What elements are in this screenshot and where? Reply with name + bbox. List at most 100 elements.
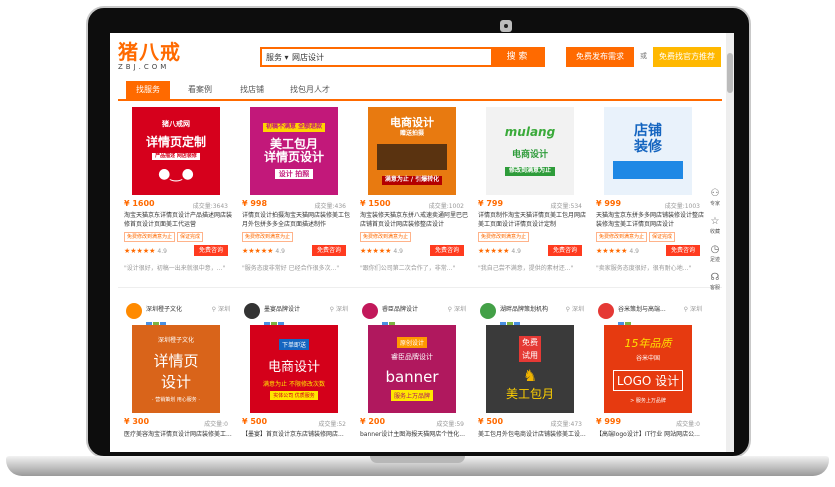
service-card[interactable]: 初稿不满意 全额退款 美工包月 详情页设计 设计 拍照 ¥ 998 成交量:43… (238, 107, 354, 289)
logo-text: 猪八戒 (118, 40, 181, 64)
clock-icon: ◷ (710, 244, 720, 255)
tag: 免费修改到满意为止 (360, 232, 412, 242)
service-title[interactable]: 详情页设计拍摄淘宝天猫网店装修美工包月外包拼多多全店页面描述制作 (242, 211, 350, 229)
service-card[interactable]: mulang 电商设计 修改到满意为止 ¥ 799 成交量:534 详情页制作淘… (474, 107, 590, 289)
shop-location: ⚲ 深圳 (565, 306, 584, 313)
thumb-text: 试用 (519, 349, 541, 362)
shop-name[interactable]: 墨宴品牌设计 (264, 304, 300, 313)
service-thumbnail[interactable]: mulang 电商设计 修改到满意为止 (486, 107, 574, 195)
tab-monthly-talent[interactable]: 找包月人才 (282, 81, 338, 99)
shop-thumbnail[interactable]: 深圳橙子文化 详情页 设计 · 营销策划 用心服务 · (132, 325, 220, 413)
shop-thumbnail[interactable]: 原创设计 睿臣品牌设计 banner 服务上万品牌 (368, 325, 456, 413)
service-thumbnail[interactable]: 店铺 装修 (604, 107, 692, 195)
shop-name[interactable]: 深圳橙子文化 (146, 304, 182, 313)
shop-card[interactable]: 睿臣品牌设计 ⚲ 深圳 原创设计 睿臣品牌设计 banner 服务上万品牌 ¥ … (356, 303, 472, 452)
service-title[interactable]: 详情页制作淘宝天猫详情页美工包月网店美工页面设计详情页设计定制 (478, 211, 586, 229)
tab-shops[interactable]: 找店铺 (230, 81, 274, 99)
price: ¥ 998 (242, 199, 268, 208)
search-category-select[interactable]: 服务 ▾ (266, 52, 289, 63)
rating-value: 4.9 (629, 248, 639, 255)
shop-thumbnail[interactable]: 15年品质 谷米中国 LOGO 设计 > 服务上万品牌 (604, 325, 692, 413)
avatar[interactable] (598, 303, 614, 319)
post-demand-button[interactable]: 免费发布需求 (566, 47, 634, 67)
shop-name[interactable]: 谷米策划与高端... (618, 304, 666, 313)
service-title[interactable]: 天猫淘宝京东拼多多网店铺装修设计整店装修淘宝美工详情页网店设计 (596, 211, 704, 229)
stars-icon: ★★★★★ (124, 247, 156, 255)
tag-list: 免费修改到满意为止 (478, 232, 531, 242)
side-item-history[interactable]: ◷ 足迹 (706, 244, 724, 272)
product-collage (377, 144, 447, 171)
sales-count: 成交量:0 (676, 421, 700, 428)
consult-button[interactable]: 免费咨询 (548, 245, 582, 256)
price: ¥ 999 (596, 199, 622, 208)
service-title[interactable]: 【墨宴】首页设计京东店铺装修网店... (242, 429, 350, 438)
service-thumbnail[interactable]: 猪八戒网 详情页定制 产品描述 网店装修 ●‿● (132, 107, 220, 195)
tag: 保证完成 (649, 232, 676, 242)
thumb-text: LOGO 设计 (612, 369, 684, 391)
search-button[interactable]: 搜 索 (491, 47, 543, 67)
shop-name[interactable]: 睿臣品牌设计 (382, 304, 418, 313)
scrollbar-thumb[interactable] (727, 53, 733, 93)
service-thumbnail[interactable]: 初稿不满意 全额退款 美工包月 详情页设计 设计 拍照 (250, 107, 338, 195)
shop-thumbnail[interactable]: 下单即送 电商设计 满意为止 不限修改次数 实体公司 优质服务 (250, 325, 338, 413)
thumb-text: 猪八戒网 (162, 119, 190, 128)
consult-button[interactable]: 免费咨询 (312, 245, 346, 256)
avatar[interactable] (126, 303, 142, 319)
avatar[interactable] (244, 303, 260, 319)
review-snippet: "我自己尝不满意，提供的素材还..." (478, 265, 574, 272)
scrollbar[interactable] (726, 33, 734, 452)
thumb-text: 详情页定制 (145, 134, 206, 149)
site-logo[interactable]: 猪八戒 ZBJ.COM (118, 41, 181, 72)
service-title[interactable]: 淘宝装修天猫京东拼八戒速卖通阿里巴巴店铺首页设计网店装修整店设计 (360, 211, 468, 229)
avatar[interactable] (480, 303, 496, 319)
search-bar: 服务 ▾ 搜 索 (260, 47, 545, 67)
side-item-service[interactable]: ☊ 客服 (706, 272, 724, 300)
service-title[interactable]: 淘宝天猫京东详情页设计产品描述网店装修首页设计页面美工代运营 (124, 211, 232, 229)
shop-card[interactable]: 深圳橙子文化 ⚲ 深圳 深圳橙子文化 详情页 设计 · 营销策划 用心服务 · … (120, 303, 236, 452)
thumb-text: 电商设计 (511, 150, 548, 161)
tag-list: 免费修改到满意为止 (242, 232, 295, 242)
shop-card[interactable]: 谷米策划与高端... ⚲ 深圳 15年品质 谷米中国 LOGO 设计 > 服务上… (592, 303, 708, 452)
thumb-text: 详情页 (153, 352, 199, 370)
tag: 免费修改到满意为止 (124, 232, 176, 242)
location-text: 深圳 (453, 306, 466, 313)
star-rating: ★★★★★ 4.9 (478, 247, 521, 255)
consult-button[interactable]: 免费咨询 (194, 245, 228, 256)
service-title[interactable]: 医疗美容淘宝详情页设计网店装修美工... (124, 429, 232, 438)
shop-card[interactable]: 湖畔品牌策划机构 ⚲ 深圳 免费 试用 ♞ 美工包月 ¥ 500 成交量:473… (474, 303, 590, 452)
rating-value: 4.9 (275, 248, 285, 255)
thumb-text: mulang (504, 125, 556, 140)
sales-count: 成交量:1003 (664, 203, 700, 210)
side-item-favorite[interactable]: ☆ 收藏 (706, 216, 724, 244)
service-card[interactable]: 店铺 装修 ¥ 999 成交量:1003 天猫淘宝京东拼多多网店铺装修设计整店装… (592, 107, 708, 289)
service-title[interactable]: banner设计主图海报天猫网店个性化... (360, 429, 468, 438)
tag: 免费修改到满意为止 (478, 232, 530, 242)
sales-count: 成交量:59 (436, 421, 464, 428)
service-title[interactable]: 美工包月外包电商设计店铺装修美工设... (478, 429, 586, 438)
search-input[interactable] (292, 49, 482, 65)
service-title[interactable]: 【高端logo设计】IT行业 网站网店公... (596, 429, 704, 438)
tab-find-service[interactable]: 找服务 (126, 81, 170, 99)
find-official-button[interactable]: 免费找官方推荐 (653, 47, 721, 67)
main-nav: 找服务 看案例 找店铺 找包月人才 (118, 81, 722, 101)
service-card[interactable]: 电商设计 赠送拍摄 满意为止 / 引爆转化 ¥ 1500 成交量:1002 淘宝… (356, 107, 472, 289)
side-item-expert[interactable]: ⚇ 专家 (706, 188, 724, 216)
consult-button[interactable]: 免费咨询 (666, 245, 700, 256)
headset-icon: ☊ (710, 272, 720, 283)
thumb-text: 下单即送 (278, 338, 309, 350)
thumb-text: 详情页设计 (263, 150, 324, 165)
shop-card[interactable]: 墨宴品牌设计 ⚲ 深圳 下单即送 电商设计 满意为止 不限修改次数 实体公司 优… (238, 303, 354, 452)
tab-cases[interactable]: 看案例 (178, 81, 222, 99)
service-card[interactable]: 猪八戒网 详情页定制 产品描述 网店装修 ●‿● ¥ 1600 成交量:3643… (120, 107, 236, 289)
shop-name[interactable]: 湖畔品牌策划机构 (500, 304, 548, 313)
stars-icon: ★★★★★ (478, 247, 510, 255)
thumb-text: 原创设计 (396, 337, 427, 348)
shop-thumbnail[interactable]: 免费 试用 ♞ 美工包月 (486, 325, 574, 413)
consult-button[interactable]: 免费咨询 (430, 245, 464, 256)
price: ¥ 500 (242, 417, 268, 426)
avatar[interactable] (362, 303, 378, 319)
laptop-notch (370, 456, 465, 463)
tag: 免费修改到满意为止 (596, 232, 648, 242)
thumb-text: 设计 (160, 373, 191, 391)
service-thumbnail[interactable]: 电商设计 赠送拍摄 满意为止 / 引爆转化 (368, 107, 456, 195)
